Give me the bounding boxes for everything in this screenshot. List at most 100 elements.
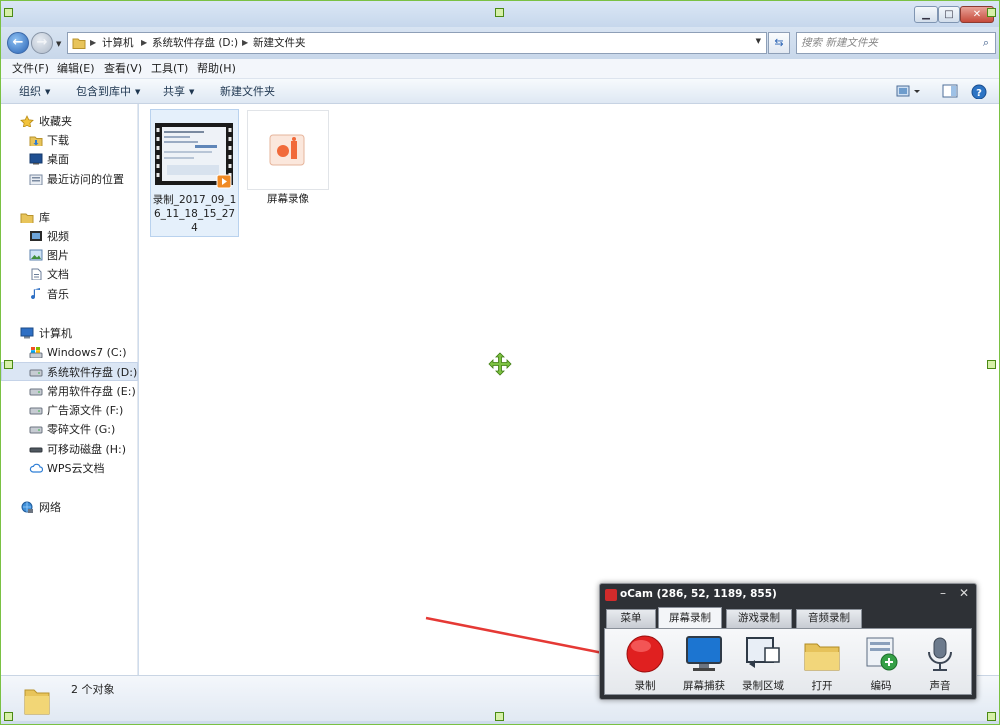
nav-libraries[interactable]: 库 <box>1 208 138 227</box>
address-dropdown-icon[interactable]: ▼ <box>756 37 761 45</box>
nav-drive-h-label: 可移动磁盘 (H:) <box>47 443 127 456</box>
new-folder-button[interactable]: 新建文件夹 <box>220 79 275 104</box>
share-button[interactable]: 共享 ▼ <box>163 79 194 105</box>
nav-downloads[interactable]: 下载 <box>1 131 138 150</box>
ocam-close-button[interactable]: ✕ <box>959 586 969 600</box>
nav-music[interactable]: 音乐 <box>1 285 138 304</box>
open-label: 打开 <box>811 680 833 692</box>
maximize-button[interactable]: □ <box>938 6 960 23</box>
ocam-tab-menu[interactable]: 菜单 <box>606 609 656 628</box>
menu-help[interactable]: 帮助(H) <box>197 59 236 79</box>
nav-pictures[interactable]: 图片 <box>1 246 138 265</box>
forward-button[interactable]: → <box>31 32 53 54</box>
nav-drive-h[interactable]: 可移动磁盘 (H:) <box>1 440 138 459</box>
menu-edit[interactable]: 编辑(E) <box>57 59 95 79</box>
refresh-icon: ⇆ <box>774 36 784 49</box>
share-label: 共享 <box>163 85 185 98</box>
capture-handle-top-left[interactable] <box>4 8 13 17</box>
screen-capture-button[interactable]: 屏幕捕获 <box>676 631 732 693</box>
arrow-left-icon: ← <box>12 35 24 50</box>
nav-favorites[interactable]: 收藏夹 <box>1 112 138 131</box>
organize-button[interactable]: 组织 ▼ <box>19 79 50 105</box>
nav-drive-f-label: 广告源文件 (F:) <box>47 404 124 417</box>
nav-computer-label: 计算机 <box>39 327 72 340</box>
breadcrumb-separator-icon[interactable]: ▶ <box>90 33 96 53</box>
item-count: 2 个对象 <box>71 683 115 696</box>
include-library-button[interactable]: 包含到库中 ▼ <box>76 79 140 105</box>
file-name: 屏幕录像 <box>267 193 309 205</box>
nav-computer[interactable]: 计算机 <box>1 324 138 343</box>
nav-drive-d[interactable]: 系统软件存盘 (D:) <box>1 362 138 381</box>
caret-down-icon: ▼ <box>45 88 51 96</box>
ocam-tab-screen-record[interactable]: 屏幕录制 <box>658 607 722 629</box>
nav-wps-cloud[interactable]: WPS云文档 <box>1 459 138 478</box>
menu-file[interactable]: 文件(F) <box>12 59 49 79</box>
view-options-icon[interactable] <box>896 84 924 99</box>
hard-drive-icon <box>29 426 43 434</box>
preview-pane-icon[interactable] <box>942 84 958 99</box>
capture-handle-top-right[interactable] <box>987 8 996 17</box>
nav-documents[interactable]: 文档 <box>1 265 138 284</box>
sound-label: 声音 <box>929 680 951 692</box>
desktop-icon <box>29 153 43 165</box>
nav-videos-label: 视频 <box>47 230 69 243</box>
back-button[interactable]: ← <box>7 32 29 54</box>
nav-libraries-label: 库 <box>39 211 50 224</box>
record-area-button[interactable]: 录制区域 <box>735 631 791 693</box>
breadcrumb-separator-icon[interactable]: ▶ <box>242 33 248 53</box>
nav-network-label: 网络 <box>39 501 61 514</box>
capture-handle-bottom-right[interactable] <box>987 712 996 721</box>
nav-recent-places[interactable]: 最近访问的位置 <box>1 170 138 189</box>
capture-handle-middle-left[interactable] <box>4 360 13 369</box>
breadcrumb-computer[interactable]: 计算机 <box>102 33 134 53</box>
file-item-video[interactable]: 录制_2017_09_16_11_18_15_274 <box>150 109 239 237</box>
nav-drive-g[interactable]: 零碎文件 (G:) <box>1 420 138 439</box>
encode-button[interactable]: 编码 <box>853 631 909 693</box>
breadcrumb-drive-d[interactable]: 系统软件存盘 (D:) <box>152 33 238 53</box>
nav-wps-cloud-label: WPS云文档 <box>47 462 105 475</box>
nav-drive-c[interactable]: Windows7 (C:) <box>1 343 138 362</box>
documents-library-icon <box>31 268 42 280</box>
capture-handle-middle-right[interactable] <box>987 360 996 369</box>
ocam-tab-game-record[interactable]: 游戏录制 <box>726 609 792 628</box>
ocam-window[interactable]: oCam (286, 52, 1189, 855) – ✕ 菜单 屏幕录制 游戏… <box>599 583 977 700</box>
nav-drive-e[interactable]: 常用软件存盘 (E:) <box>1 382 138 401</box>
computer-icon <box>20 327 34 339</box>
menu-tools[interactable]: 工具(T) <box>151 59 188 79</box>
address-input[interactable]: ▶ 计算机 ▶ 系统软件存盘 (D:) ▶ 新建文件夹 ▼ <box>67 32 767 54</box>
breadcrumb-separator-icon[interactable]: ▶ <box>141 33 147 53</box>
monitor-icon <box>686 636 722 671</box>
ocam-tab-audio-record[interactable]: 音频录制 <box>796 609 862 628</box>
hard-drive-icon <box>29 369 43 377</box>
record-button[interactable]: 录制 <box>617 631 673 693</box>
windows-drive-icon <box>29 347 43 358</box>
removable-drive-icon <box>29 447 43 453</box>
organize-label: 组织 <box>19 85 41 98</box>
capture-handle-bottom-left[interactable] <box>4 712 13 721</box>
search-box[interactable]: ⌕ <box>796 32 996 54</box>
ocam-minimize-button[interactable]: – <box>940 586 946 600</box>
capture-handle-bottom-center[interactable] <box>495 712 504 721</box>
breadcrumb-new-folder[interactable]: 新建文件夹 <box>253 33 306 53</box>
sound-button[interactable]: 声音 <box>912 631 968 693</box>
refresh-button[interactable]: ⇆ <box>768 32 790 54</box>
file-item-app[interactable] <box>247 110 329 190</box>
nav-videos[interactable]: 视频 <box>1 227 138 246</box>
nav-drive-c-label: Windows7 (C:) <box>47 346 127 359</box>
video-library-icon <box>30 231 42 241</box>
minimize-button[interactable]: ▁ <box>914 6 938 23</box>
nav-network[interactable]: 网络 <box>1 498 138 517</box>
nav-favorites-label: 收藏夹 <box>39 115 72 128</box>
help-icon[interactable]: ? <box>971 84 987 99</box>
open-button[interactable]: 打开 <box>794 631 850 693</box>
nav-drive-f[interactable]: 广告源文件 (F:) <box>1 401 138 420</box>
search-input[interactable] <box>801 35 971 51</box>
ocam-title: oCam (286, 52, 1189, 855) <box>620 588 777 600</box>
recent-places-icon <box>29 174 43 185</box>
nav-desktop[interactable]: 桌面 <box>1 150 138 169</box>
capture-handle-top-center[interactable] <box>495 8 504 17</box>
search-icon[interactable]: ⌕ <box>983 36 989 50</box>
menu-view[interactable]: 查看(V) <box>104 59 142 79</box>
recent-pages-chevron-icon[interactable]: ▼ <box>56 40 61 48</box>
arrow-right-icon: → <box>36 35 48 50</box>
